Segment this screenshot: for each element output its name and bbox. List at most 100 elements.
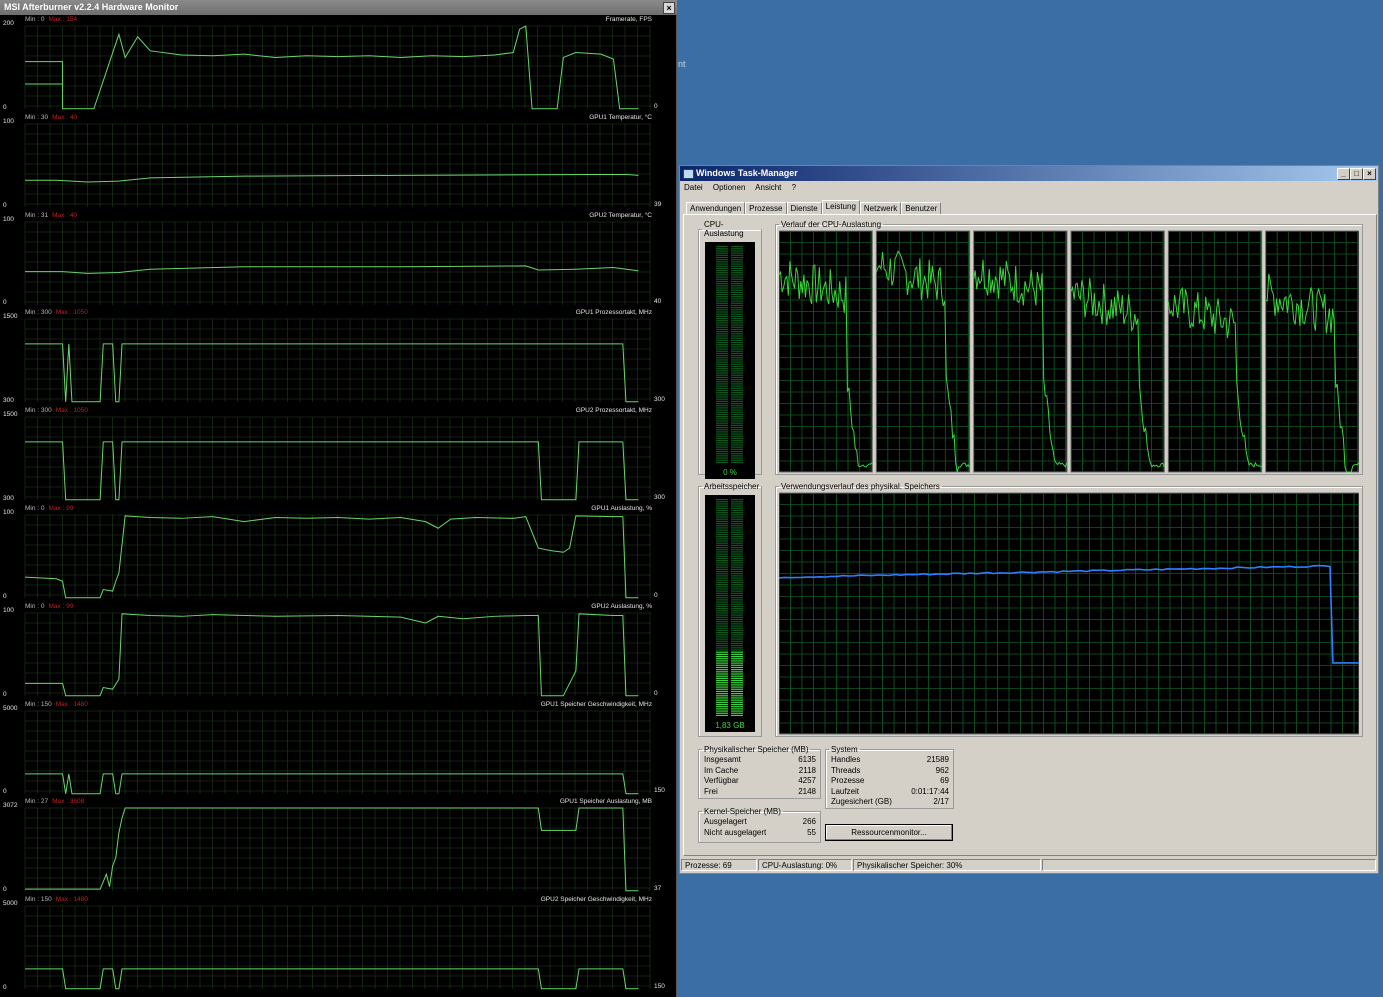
cpu-gauge-segment	[731, 291, 743, 293]
cpu-gauge-segment	[716, 433, 728, 435]
status-processes: Prozesse: 69	[681, 859, 757, 871]
mem-gauge-segment	[716, 666, 728, 669]
system-row-threads: Threads 962	[831, 766, 949, 775]
mem-gauge-segment	[716, 664, 728, 666]
mem-gauge-segment	[731, 612, 743, 614]
mem-gauge-segment	[716, 560, 728, 562]
cpu-gauge-segment	[716, 272, 728, 274]
mem-gauge-segment	[731, 555, 743, 557]
cpu-gauge-segment	[731, 350, 743, 352]
panel-axis-top: 1500	[3, 411, 18, 419]
mem-gauge-segment	[731, 621, 743, 623]
menu-datei[interactable]: Datei	[684, 183, 703, 192]
cpu-gauge-segment	[716, 435, 728, 437]
cpu-gauge-segment	[731, 322, 743, 324]
mem-gauge-segment	[731, 503, 743, 505]
mem-gauge-segment	[716, 695, 728, 697]
tab-dienste[interactable]: Dienste	[786, 202, 822, 214]
mem-gauge-segment	[731, 568, 743, 570]
cpu-gauge-segment	[716, 365, 728, 368]
mem-gauge-segment	[716, 697, 728, 699]
tab-anwendungen[interactable]: Anwendungen	[686, 202, 746, 214]
close-button[interactable]: ×	[1363, 168, 1376, 180]
cpu-gauge-segment	[716, 448, 728, 450]
cpu-gauge-segment	[731, 331, 743, 333]
panel-min-value: Min : 150 Max : 1480	[25, 896, 88, 904]
cpu-gauge-segment	[716, 324, 728, 326]
resource-monitor-button[interactable]: Ressourcenmonitor...	[825, 824, 953, 841]
tab-leistung[interactable]: Leistung	[821, 200, 860, 214]
minimize-button[interactable]: _	[1337, 168, 1350, 180]
mem-gauge-segment	[716, 540, 728, 542]
mem-gauge-segment	[731, 682, 743, 684]
mem-gauge-segment	[716, 636, 728, 638]
metric-trace	[25, 343, 639, 403]
cpu-history-label: Verlauf der CPU-Auslastung	[781, 220, 882, 229]
menu-optionen[interactable]: Optionen	[713, 183, 745, 192]
cpu-core-graph	[779, 230, 873, 473]
cpu-gauge-segment	[731, 339, 743, 341]
mem-gauge-segment	[716, 584, 728, 586]
panel-axis-bottom: 0	[3, 592, 7, 600]
mem-gauge-segment	[716, 708, 728, 710]
cpu-gauge-segment	[716, 355, 728, 357]
cpu-gauge-segment	[716, 248, 728, 250]
mem-gauge-segment	[716, 642, 728, 645]
cpu-gauge-segment	[731, 335, 743, 337]
afterburner-window[interactable]: MSI Afterburner v2.2.4 Hardware Monitor …	[0, 0, 677, 997]
cpu-gauge-segment	[716, 394, 728, 396]
mem-gauge-segment	[716, 518, 728, 520]
cpu-gauge-segment	[716, 291, 728, 293]
mem-gauge-segment	[731, 608, 743, 610]
panel-current-value: 39	[654, 200, 662, 208]
mem-gauge-segment	[716, 658, 728, 660]
cpu-gauge-segment	[731, 344, 743, 346]
mem-gauge-segment	[731, 531, 743, 533]
panel-current-value: 0	[654, 689, 658, 697]
mem-gauge-segment	[716, 649, 728, 651]
tab-benutzer[interactable]: Benutzer	[901, 202, 942, 214]
cpu-gauge-segment	[731, 289, 743, 291]
cpu-gauge-segment	[731, 376, 743, 378]
mem-gauge-segment	[731, 669, 743, 671]
afterburner-close-button[interactable]: ×	[663, 2, 675, 14]
cpu-gauge-segment	[731, 446, 743, 448]
cpu-gauge-segment	[731, 280, 743, 283]
mem-gauge-segment	[716, 573, 728, 575]
kernel-row-paged: Ausgelagert 266	[704, 817, 816, 826]
mem-gauge-segment	[731, 527, 743, 529]
mem-gauge-segment	[716, 679, 728, 682]
mem-gauge-segment	[716, 588, 728, 590]
mem-gauge-segment	[731, 570, 743, 573]
panel-min-value: Min : 0 Max : 154	[25, 16, 78, 23]
afterburner-titlebar[interactable]: MSI Afterburner v2.2.4 Hardware Monitor …	[0, 0, 677, 15]
mem-gauge-segment	[716, 562, 728, 564]
maximize-button[interactable]: □	[1350, 168, 1363, 180]
mem-gauge-segment	[731, 588, 743, 590]
mem-gauge-segment	[716, 507, 728, 509]
taskmanager-titlebar[interactable]: Windows Task-Manager _ □ ×	[680, 166, 1378, 181]
panel-axis-top: 100	[3, 117, 14, 125]
mem-gauge-segment	[716, 544, 728, 546]
mem-gauge-segment	[731, 634, 743, 636]
memory-gauge: 1,83 GB	[705, 495, 755, 732]
mem-gauge-segment	[716, 536, 728, 538]
cpu-gauge-segment	[716, 350, 728, 352]
menu-ansicht[interactable]: Ansicht	[755, 183, 781, 192]
cpu-usage-group: CPU-Auslastung 0 %	[698, 220, 762, 479]
cpu-gauge-segment	[716, 348, 728, 350]
tab-netzwerk[interactable]: Netzwerk	[859, 202, 902, 214]
cpu-gauge-segment	[716, 269, 728, 272]
mem-gauge-segment	[731, 616, 743, 618]
panel-graph	[24, 710, 651, 794]
cpu-gauge-segment	[716, 420, 728, 422]
mem-gauge-segment	[716, 566, 728, 568]
taskmanager-window[interactable]: Windows Task-Manager _ □ × Datei Optione…	[679, 165, 1379, 874]
memory-history-label: Verwendungsverlauf des physikal. Speiche…	[781, 482, 940, 491]
monitor-panel: Min : 27 Max : 3608 GPU1 Speicher Auslastu…	[0, 797, 677, 895]
mem-gauge-segment	[731, 675, 743, 677]
tab-prozesse[interactable]: Prozesse	[745, 202, 787, 214]
cpu-gauge-segment	[731, 320, 743, 322]
cpu-gauge-segment	[716, 429, 728, 431]
menu-help[interactable]: ?	[792, 183, 796, 192]
